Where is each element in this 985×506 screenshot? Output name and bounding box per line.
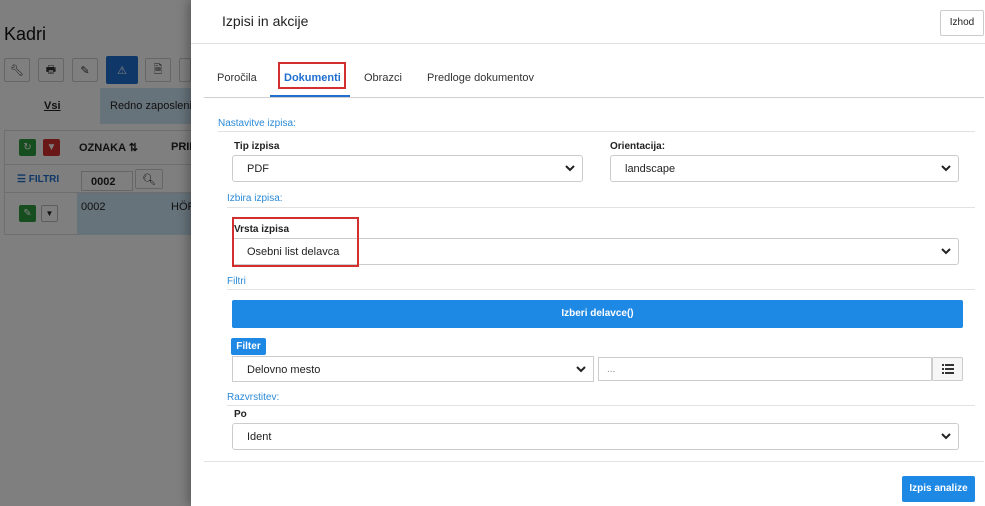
orientation-label: Orientacija: [610,141,666,152]
tab-reports[interactable]: Poročila [217,72,257,84]
section-filters: Filtri [227,276,246,287]
chevron-down-icon [941,165,951,172]
choose-employees-button[interactable]: Izberi delavce() [232,300,963,328]
type-value: PDF [247,163,269,175]
panel-title: Izpisi in akcije [222,13,309,29]
list-icon[interactable] [932,357,963,381]
divider [218,131,975,132]
tab-forms[interactable]: Obrazci [364,72,402,84]
section-print-selection: Izbira izpisa: [227,193,283,204]
chevron-down-icon [941,433,951,440]
filter-field-value: Delovno mesto [247,364,321,376]
sort-by-select[interactable]: Ident [232,423,959,450]
type-label: Tip izpisa [234,141,280,152]
section-sorting: Razvrstitev: [227,392,280,403]
divider [227,405,975,406]
divider [227,289,975,290]
footer-divider [204,461,984,462]
orientation-select[interactable]: landscape [610,155,959,182]
highlight-box-tab [278,62,346,89]
active-tab-indicator [270,95,350,97]
chevron-down-icon [576,366,586,373]
sort-by-value: Ident [247,431,272,443]
list-glyph-icon [941,364,954,374]
chevron-down-icon [941,248,951,255]
filter-field-select[interactable]: Delovno mesto [232,356,594,382]
divider [227,207,975,208]
type-select[interactable]: PDF [232,155,583,182]
reports-panel: Izpisi in akcije Izhod Poročila Dokument… [191,0,985,506]
sort-by-label: Po [234,409,247,420]
section-print-settings: Nastavitve izpisa: [218,118,296,129]
chevron-down-icon [565,165,575,172]
panel-header: Izpisi in akcije Izhod [191,0,985,44]
tab-document-templates[interactable]: Predloge dokumentov [427,72,534,84]
orientation-value: landscape [625,163,676,175]
close-button[interactable]: Izhod [940,10,984,36]
print-analysis-button[interactable]: Izpis analize [902,476,975,502]
highlight-box-kind [232,217,359,267]
filter-value-input[interactable]: ... [598,357,932,381]
filter-badge[interactable]: Filter [231,338,266,355]
